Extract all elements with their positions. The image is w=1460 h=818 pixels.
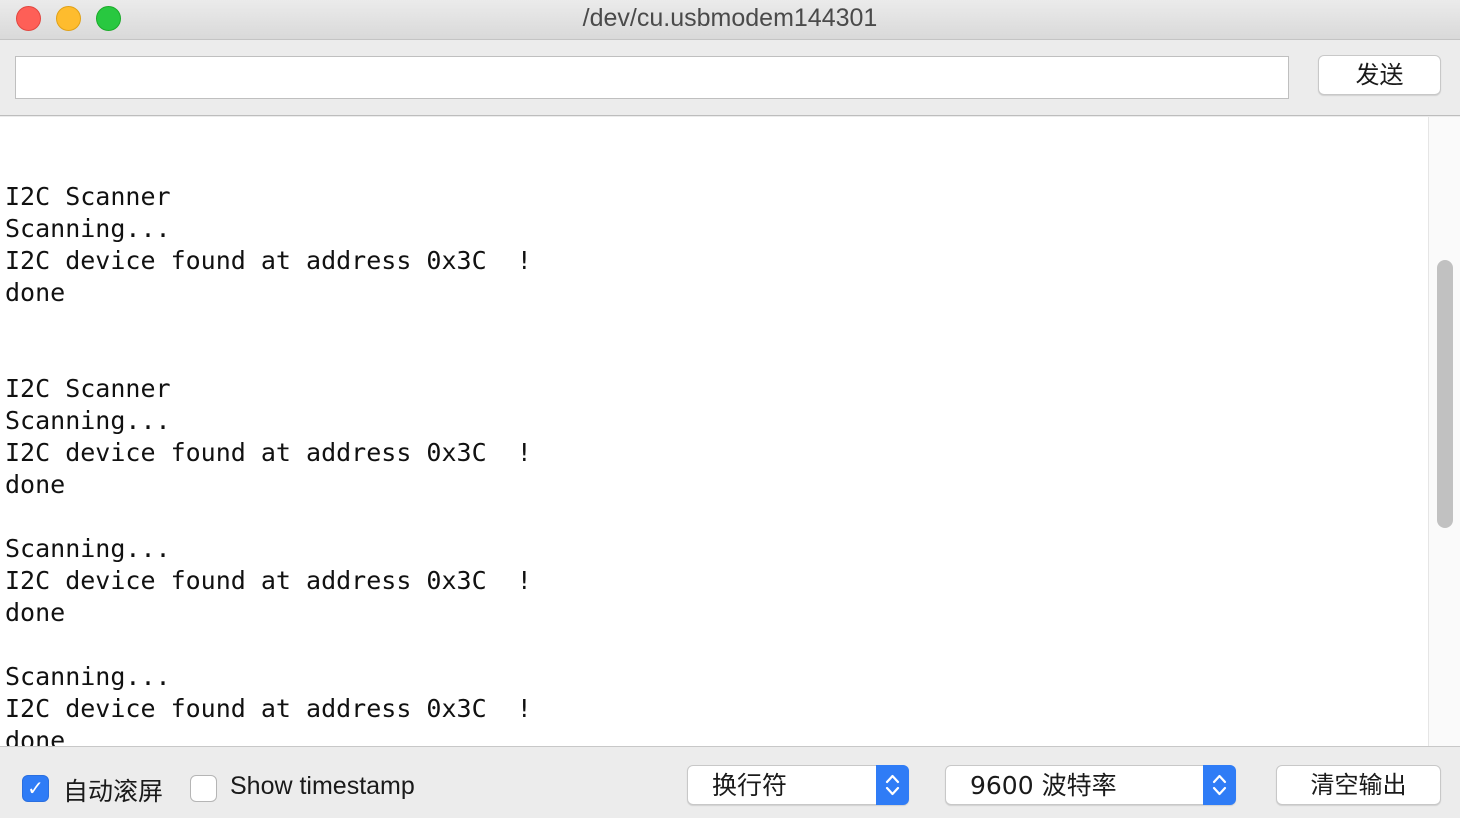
baud-rate-select[interactable]: 9600 波特率 [945, 765, 1236, 805]
serial-output-line: done [5, 598, 66, 627]
show-timestamp-checkbox[interactable] [190, 775, 217, 802]
serial-output-line [5, 501, 1415, 533]
serial-output-line: I2C device found at address 0x3C ! [5, 694, 532, 723]
serial-output-line [5, 149, 1415, 181]
chevron-up-down-icon [1212, 774, 1227, 796]
serial-output-text: I2C Scanner Scanning... I2C device found a… [5, 149, 1415, 747]
window-title: /dev/cu.usbmodem144301 [582, 4, 878, 32]
baud-rate-dropdown-arrow[interactable] [1203, 765, 1236, 805]
send-button[interactable]: 发送 [1318, 55, 1441, 95]
serial-output-line: Scanning... [5, 214, 171, 243]
serial-output-line: I2C Scanner [5, 374, 171, 403]
autoscroll-checkbox[interactable]: ✓ [22, 775, 49, 802]
serial-output-line: I2C device found at address 0x3C ! [5, 566, 532, 595]
serial-send-input[interactable] [15, 56, 1289, 99]
line-ending-dropdown-arrow[interactable] [876, 765, 909, 805]
chevron-up-down-icon [885, 774, 900, 796]
line-ending-value: 换行符 [712, 771, 788, 800]
checkmark-icon: ✓ [27, 776, 44, 800]
bottom-bar: ✓ 自动滚屏 Show timestamp 换行符 9600 波特率 清空输出 [0, 748, 1460, 818]
baud-rate-value: 9600 波特率 [970, 771, 1117, 800]
serial-output-line: I2C device found at address 0x3C ! [5, 246, 532, 275]
serial-output-line: Scanning... [5, 662, 171, 691]
input-row: 发送 [0, 40, 1460, 116]
scrollbar-thumb[interactable] [1437, 260, 1453, 528]
serial-output-line [5, 309, 1415, 341]
serial-output-line: done [5, 470, 66, 499]
title-bar: /dev/cu.usbmodem144301 [0, 0, 1460, 40]
line-ending-select[interactable]: 换行符 [687, 765, 909, 805]
autoscroll-label[interactable]: 自动滚屏 [63, 772, 163, 808]
serial-output-line [5, 629, 1415, 661]
vertical-scrollbar[interactable] [1428, 117, 1460, 746]
serial-output-line: Scanning... [5, 534, 171, 563]
show-timestamp-label[interactable]: Show timestamp [230, 772, 415, 801]
serial-output-line [5, 341, 1415, 373]
serial-output-line: Scanning... [5, 406, 171, 435]
serial-output-line: done [5, 278, 66, 307]
serial-output-line: done [5, 726, 66, 747]
clear-output-button[interactable]: 清空输出 [1276, 765, 1441, 805]
serial-output-line: I2C Scanner [5, 182, 171, 211]
serial-output-area[interactable]: I2C Scanner Scanning... I2C device found a… [0, 117, 1460, 747]
serial-output-line: I2C device found at address 0x3C ! [5, 438, 532, 467]
